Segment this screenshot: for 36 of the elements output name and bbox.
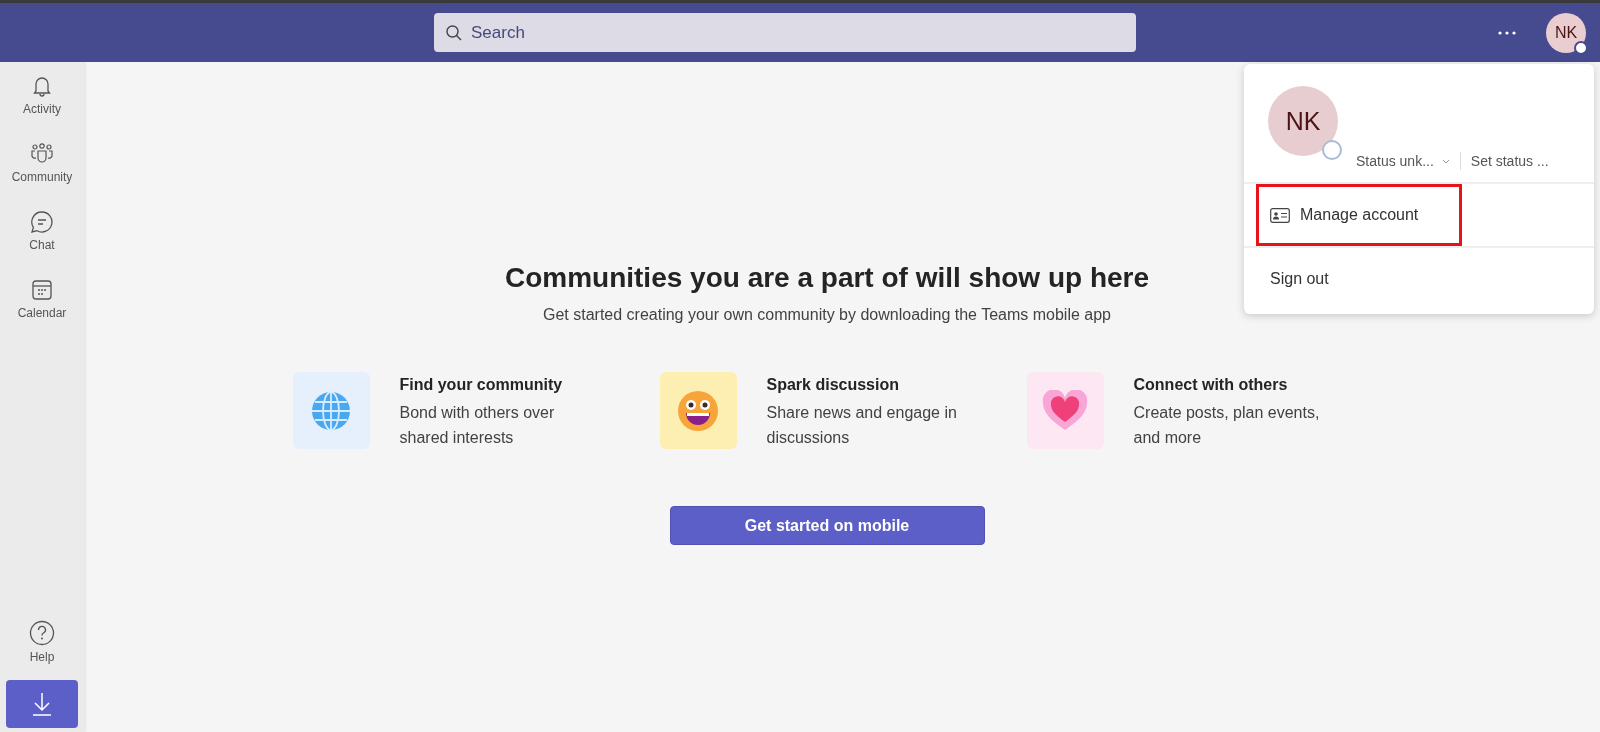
status-dot	[1574, 40, 1588, 55]
status-ring	[1322, 140, 1342, 160]
search-field[interactable]: Search	[434, 13, 1136, 52]
menu-item[interactable]: Manage account	[1256, 184, 1462, 246]
download-icon	[32, 692, 52, 716]
status-dropdown[interactable]: Status unk...	[1356, 153, 1450, 169]
feature-description: Bond with others over shared interests	[399, 403, 556, 448]
feature-title: Connect with others	[1133, 376, 1289, 394]
avatar-button[interactable]: NK	[1546, 12, 1586, 53]
feature-description: Create posts, plan events, and more	[1133, 403, 1321, 448]
feature-title: Spark discussion	[766, 376, 900, 394]
empty-state-subheading: Get started creating your own community by downloading the Teams mobile app	[543, 306, 1111, 324]
contact-card-icon	[1270, 207, 1290, 223]
search-icon	[445, 24, 463, 42]
download-button[interactable]	[6, 680, 78, 728]
calendar-icon	[30, 278, 54, 302]
feature-title: Find your community	[399, 376, 564, 394]
chevron-down-icon	[1441, 158, 1450, 164]
help-item[interactable]: Help	[29, 618, 55, 666]
sidebar-item[interactable]: Calendar	[17, 276, 67, 322]
feature-description: Share news and engage in discussions	[766, 403, 958, 448]
smiley-icon	[676, 388, 720, 433]
get-started-button[interactable]: Get started on mobile	[669, 506, 985, 545]
sidebar-item[interactable]: Chat	[29, 208, 55, 254]
globe-icon	[310, 389, 352, 432]
people-icon	[29, 142, 55, 166]
menu-item[interactable]: Sign out	[1244, 248, 1594, 310]
help-icon	[29, 620, 55, 646]
more-icon[interactable]	[1498, 30, 1516, 35]
sidebar-item[interactable]: Community	[11, 140, 73, 186]
empty-state-heading: Communities you are a part of will show up here	[504, 262, 1150, 294]
chat-icon	[30, 210, 54, 234]
sidebar-item[interactable]: Activity	[23, 72, 61, 118]
set-status-button[interactable]: Set status ...	[1470, 153, 1549, 169]
heart-icon	[1042, 389, 1088, 432]
bell-icon	[30, 74, 54, 98]
